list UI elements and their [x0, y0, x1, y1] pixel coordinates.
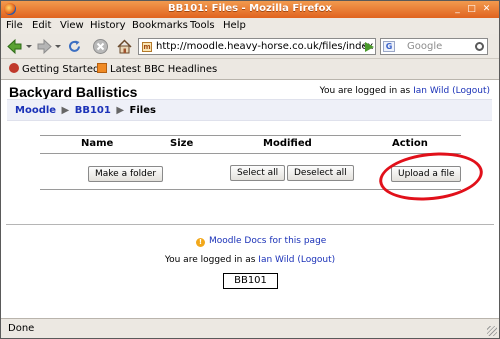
- search-engine-icon[interactable]: G: [383, 41, 395, 52]
- menu-help[interactable]: Help: [223, 20, 246, 31]
- column-header-action[interactable]: Action: [392, 138, 428, 149]
- getting-started-icon: [9, 63, 19, 73]
- breadcrumb: Moodle ▶ BB101 ▶ Files: [15, 105, 156, 116]
- moodle-docs-link-text[interactable]: Moodle Docs for this page: [209, 236, 326, 246]
- course-home-button[interactable]: BB101: [223, 273, 278, 289]
- breadcrumb-current: Files: [129, 105, 156, 116]
- user-profile-link[interactable]: Ian Wild: [413, 86, 449, 96]
- menu-bookmarks[interactable]: Bookmarks: [132, 20, 188, 31]
- breadcrumb-course[interactable]: BB101: [75, 105, 111, 116]
- login-info-bottom: You are logged in as Ian Wild (Logout): [1, 255, 499, 265]
- select-all-button[interactable]: Select all: [230, 165, 286, 181]
- breadcrumb-moodle[interactable]: Moodle: [15, 105, 56, 116]
- bookmark-label: Latest BBC Headlines: [110, 64, 218, 75]
- site-favicon-icon: m: [142, 42, 152, 52]
- menu-file[interactable]: File: [6, 20, 23, 31]
- login-info-top: You are logged in as Ian Wild (Logout): [320, 86, 490, 96]
- logout-link[interactable]: (Logout): [452, 86, 490, 96]
- site-title: Backyard Ballistics: [9, 84, 138, 100]
- address-bar[interactable]: m http://moodle.heavy-horse.co.uk/files/…: [138, 38, 376, 55]
- login-prefix: You are logged in as: [164, 255, 256, 265]
- search-placeholder[interactable]: Google: [407, 41, 442, 52]
- user-profile-link[interactable]: Ian Wild: [258, 255, 294, 265]
- menu-tools[interactable]: Tools: [190, 20, 215, 31]
- maximize-button[interactable]: □: [466, 4, 477, 15]
- window-title: BB101: Files - Mozilla Firefox: [168, 3, 332, 14]
- home-icon[interactable]: [116, 38, 133, 55]
- breadcrumb-separator: ▶: [116, 105, 125, 116]
- search-icon[interactable]: [475, 42, 484, 51]
- browser-window: BB101: Files - Mozilla Firefox _ □ ✕ Fil…: [0, 0, 500, 339]
- bookmark-label: Getting Started: [22, 64, 100, 75]
- forward-dropdown-icon[interactable]: [54, 38, 62, 55]
- menu-bar: File Edit View History Bookmarks Tools H…: [1, 18, 499, 34]
- table-top-rule: [40, 135, 461, 136]
- bookmark-bbc-headlines[interactable]: Latest BBC Headlines: [97, 63, 217, 75]
- make-folder-button[interactable]: Make a folder: [88, 166, 164, 182]
- navigation-toolbar: m http://moodle.heavy-horse.co.uk/files/…: [1, 34, 499, 59]
- reload-icon[interactable]: [66, 38, 83, 55]
- minimize-button[interactable]: _: [452, 4, 463, 15]
- menu-view[interactable]: View: [60, 20, 84, 31]
- page-content: Backyard Ballistics You are logged in as…: [1, 80, 499, 318]
- back-dropdown-icon[interactable]: [25, 38, 33, 55]
- column-header-modified[interactable]: Modified: [263, 138, 312, 149]
- address-url[interactable]: http://moodle.heavy-horse.co.uk/files/in…: [156, 41, 373, 52]
- status-text: Done: [8, 323, 35, 334]
- info-icon: !: [196, 238, 205, 247]
- moodle-docs-link[interactable]: ! Moodle Docs for this page: [196, 236, 326, 247]
- go-icon[interactable]: [363, 41, 376, 53]
- breadcrumb-separator: ▶: [61, 105, 70, 116]
- back-arrow-icon[interactable]: [6, 38, 23, 55]
- menu-history[interactable]: History: [90, 20, 126, 31]
- column-header-size[interactable]: Size: [170, 138, 193, 149]
- forward-arrow-icon[interactable]: [36, 38, 53, 55]
- resize-grip-icon[interactable]: [487, 326, 497, 336]
- logout-link[interactable]: (Logout): [297, 255, 335, 265]
- status-bar: Done: [1, 318, 499, 338]
- title-bar: BB101: Files - Mozilla Firefox _ □ ✕: [1, 1, 499, 18]
- close-button[interactable]: ✕: [481, 4, 492, 15]
- bookmark-getting-started[interactable]: Getting Started: [9, 63, 99, 75]
- login-prefix: You are logged in as: [319, 86, 411, 96]
- footer-divider: [6, 224, 494, 225]
- stop-icon[interactable]: [92, 38, 109, 55]
- rss-feed-icon: [97, 63, 107, 73]
- column-header-name[interactable]: Name: [81, 138, 113, 149]
- deselect-all-button[interactable]: Deselect all: [287, 165, 354, 181]
- table-header-rule: [40, 153, 461, 154]
- menu-edit[interactable]: Edit: [32, 20, 51, 31]
- breadcrumb-bar: Moodle ▶ BB101 ▶ Files: [7, 99, 492, 121]
- bookmarks-toolbar: Getting Started Latest BBC Headlines: [1, 59, 499, 80]
- search-box[interactable]: G Google: [380, 38, 488, 55]
- highlight-circle: [376, 147, 486, 206]
